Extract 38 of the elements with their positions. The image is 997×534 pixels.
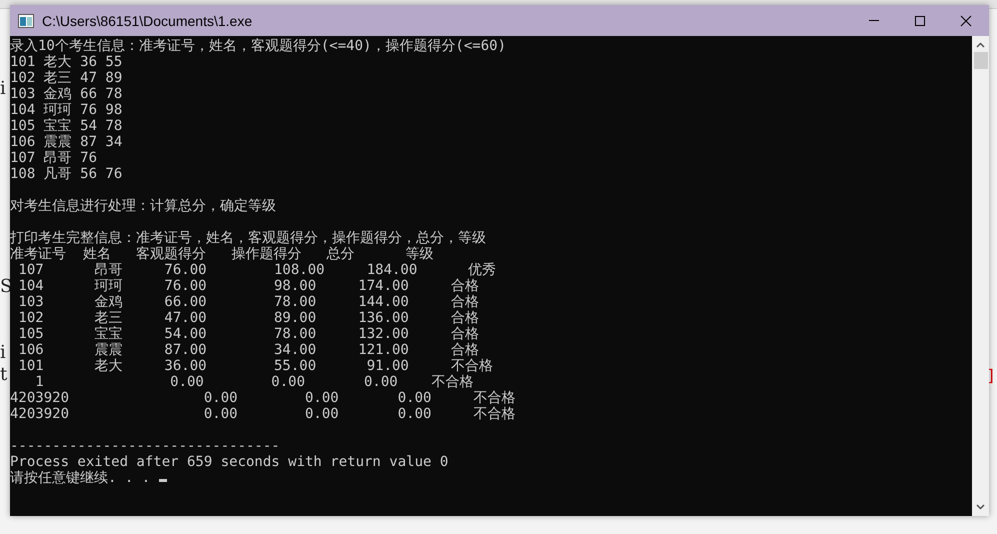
scroll-down-icon[interactable]: [976, 504, 985, 510]
console-line: Process exited after 659 seconds with return value 0: [10, 454, 450, 470]
console-line: 106 震震 87 34: [10, 134, 124, 150]
console-line: 107 昂哥 76: [10, 150, 98, 166]
console-line: 对考生信息进行处理：计算总分，确定等级: [10, 198, 277, 214]
console-line: 103 金鸡 66 78: [10, 86, 124, 102]
console-line: 106 震震 87.00 34.00 121.00 合格: [17, 342, 480, 358]
console-line: 4203920 0.00 0.00 0.00 不合格: [10, 406, 517, 422]
console-line: 104 珂珂 76.00 98.00 174.00 合格: [17, 278, 480, 294]
console-line: 104 珂珂 76 98: [10, 102, 124, 118]
minimize-icon: [869, 20, 879, 21]
console-line: 102 老三 47.00 89.00 136.00 合格: [17, 310, 480, 326]
console-line: 101 老大 36 55: [10, 54, 124, 70]
console-line: 103 金鸡 66.00 78.00 144.00 合格: [17, 294, 480, 310]
console-line: 打印考生完整信息：准考证号，姓名，客观题得分，操作题得分，总分，等级: [10, 230, 487, 246]
console-line: 4203920 0.00 0.00 0.00 不合格: [10, 390, 517, 406]
console-line: 105 宝宝 54.00 78.00 132.00 合格: [17, 326, 480, 342]
console-line: 录入10个考生信息：准考证号，姓名，客观题得分(<=40)，操作题得分(<=60): [10, 38, 508, 54]
scrollbar-thumb[interactable]: [974, 52, 988, 69]
window-title: C:\Users\86151\Documents\1.exe: [42, 12, 252, 28]
console-line: --------------------------------: [10, 438, 281, 454]
console-line: 101 老大 36.00 55.00 91.00 不合格: [17, 358, 494, 374]
console-line: 请按任意键继续. . .: [10, 470, 152, 486]
scrollbar[interactable]: [972, 36, 989, 516]
console-line: 107 昂哥 76.00 108.00 184.00 优秀: [17, 262, 497, 278]
console-line: 102 老三 47 89: [10, 70, 124, 86]
maximize-icon: [914, 14, 926, 26]
console-line: 1 0.00 0.00 0.00 不合格: [34, 374, 474, 390]
console-line: 108 凡哥 56 76: [10, 166, 124, 182]
console-line: 准考证号 姓名 客观题得分 操作题得分 总分 等级: [10, 246, 434, 262]
scroll-up-icon[interactable]: [976, 42, 985, 48]
code-fragment: i: [0, 342, 6, 363]
code-fragment: ]: [986, 366, 996, 385]
close-icon: [960, 14, 972, 26]
console-line: 105 宝宝 54 78: [10, 118, 124, 134]
code-fragment: t: [0, 364, 8, 385]
code-fragment: i: [0, 78, 6, 99]
console-app-icon: [18, 14, 34, 28]
